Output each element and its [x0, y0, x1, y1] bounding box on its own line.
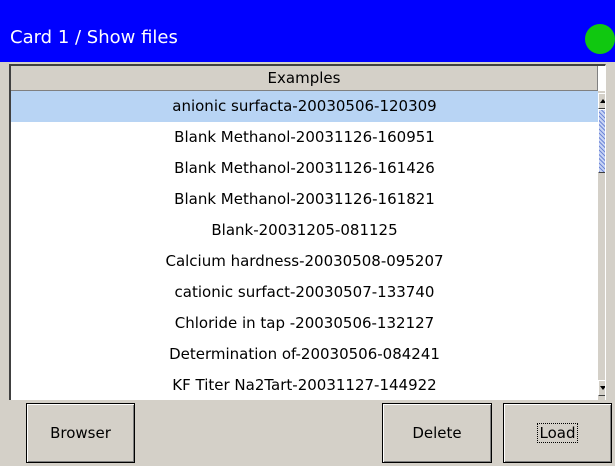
scroll-down-button[interactable] — [598, 380, 605, 396]
browser-button[interactable]: Browser — [26, 403, 135, 463]
scrollbar-thumb[interactable] — [598, 109, 605, 173]
load-button-label: Load — [536, 423, 579, 443]
list-item[interactable]: Calcium hardness-20030508-095207 — [11, 246, 598, 277]
list-item[interactable]: Blank Methanol-20031126-160951 — [11, 122, 598, 153]
list-item[interactable]: KF Titer Na2Tart-20031127-144922 — [11, 370, 598, 400]
vertical-scrollbar[interactable] — [598, 91, 605, 400]
delete-button-label: Delete — [412, 424, 462, 442]
list-item[interactable]: cationic surfact-20030507-133740 — [11, 277, 598, 308]
window-title: Card 1 / Show files — [10, 27, 178, 48]
list-item[interactable]: anionic surfacta-20030506-120309 — [11, 91, 598, 122]
list-item[interactable]: Chloride in tap -20030506-132127 — [11, 308, 598, 339]
list-item[interactable]: Blank Methanol-20031126-161821 — [11, 184, 598, 215]
browser-button-label: Browser — [50, 424, 111, 442]
scroll-up-button[interactable] — [598, 93, 605, 109]
status-dot-icon — [585, 24, 615, 54]
title-bar: Card 1 / Show files — [0, 0, 615, 62]
arrow-down-icon — [600, 386, 605, 390]
file-list-panel: Examples anionic surfacta-20030506-12030… — [9, 64, 606, 400]
list-item[interactable]: Blank-20031205-081125 — [11, 215, 598, 246]
load-button[interactable]: Load — [503, 403, 612, 463]
list-column-header[interactable]: Examples — [11, 66, 598, 91]
delete-button[interactable]: Delete — [382, 403, 492, 463]
file-list[interactable]: anionic surfacta-20030506-120309 Blank M… — [11, 91, 598, 400]
list-item[interactable]: Determination of-20030506-084241 — [11, 339, 598, 370]
list-item[interactable]: Blank Methanol-20031126-161426 — [11, 153, 598, 184]
arrow-up-icon — [600, 99, 605, 103]
